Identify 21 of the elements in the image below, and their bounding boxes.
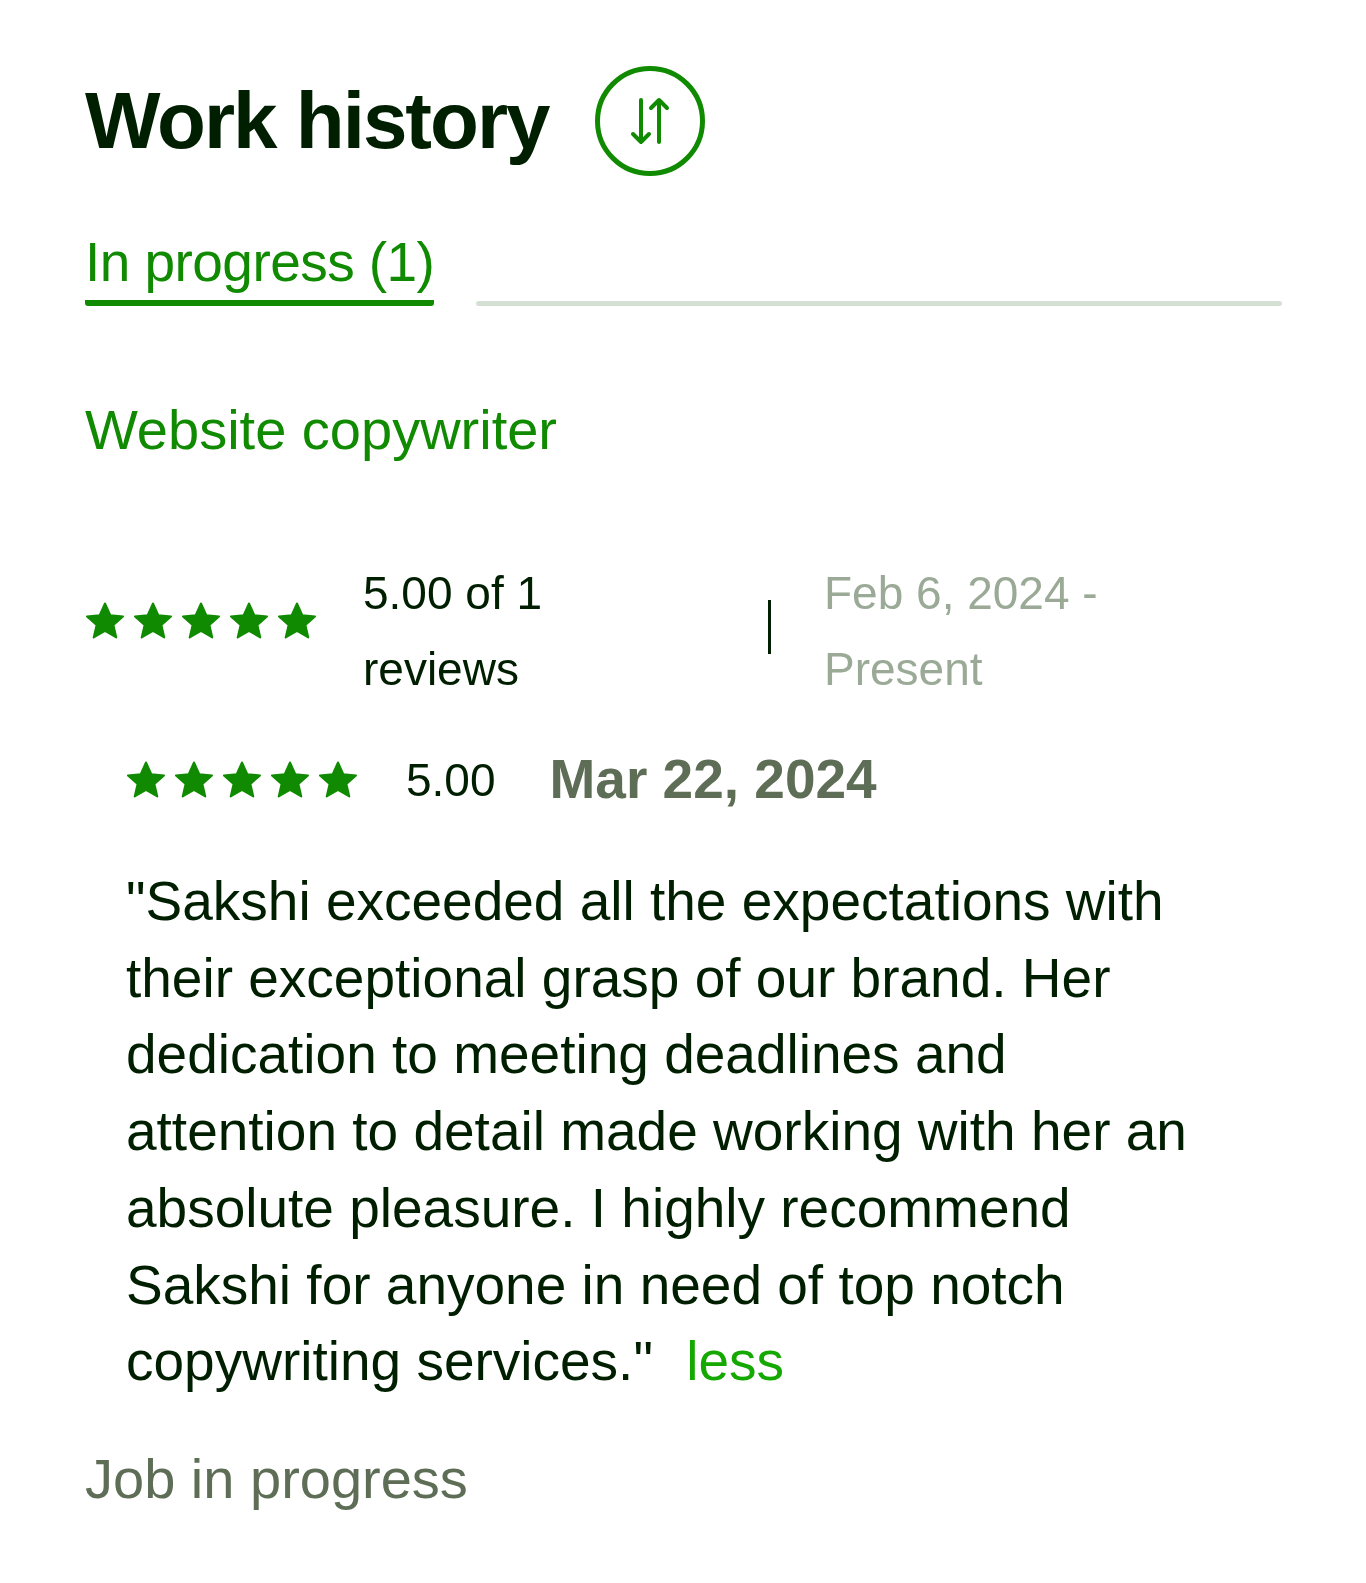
star-icon <box>229 602 269 640</box>
star-icon <box>318 760 358 799</box>
review-score: 5.00 <box>406 756 496 803</box>
tab[interactable]: In progress (1) <box>85 231 435 306</box>
job-title-link[interactable]: Website copywriter <box>85 396 557 463</box>
review-date: Mar 22, 2024 <box>549 752 877 807</box>
less-link[interactable]: less <box>686 1330 784 1393</box>
review-text: "Sakshi exceeded all the expectations with their exceptional grasp of our brand. Her dedication to meeting deadlines and attention to detail made working with her an absolute pleasure. I highly recommend Sakshi for anyone in need of top notch copywriting services." less <box>126 869 1188 1395</box>
sort-button[interactable] <box>594 66 705 176</box>
up-down-arrows-icon <box>629 97 670 145</box>
star-icon <box>133 602 173 640</box>
star-icon <box>277 602 317 640</box>
star-icon <box>174 760 214 799</box>
job-status: Job in progress <box>85 1445 468 1512</box>
rating-summary: 5.00 of 1 reviews <box>363 566 544 697</box>
star-icon <box>222 760 262 799</box>
star-icon <box>85 602 125 640</box>
star-icon <box>126 760 166 799</box>
star-icon <box>181 602 221 640</box>
star-icon <box>270 760 310 799</box>
date-range: Feb 6, 2024 - Present <box>824 566 1099 697</box>
